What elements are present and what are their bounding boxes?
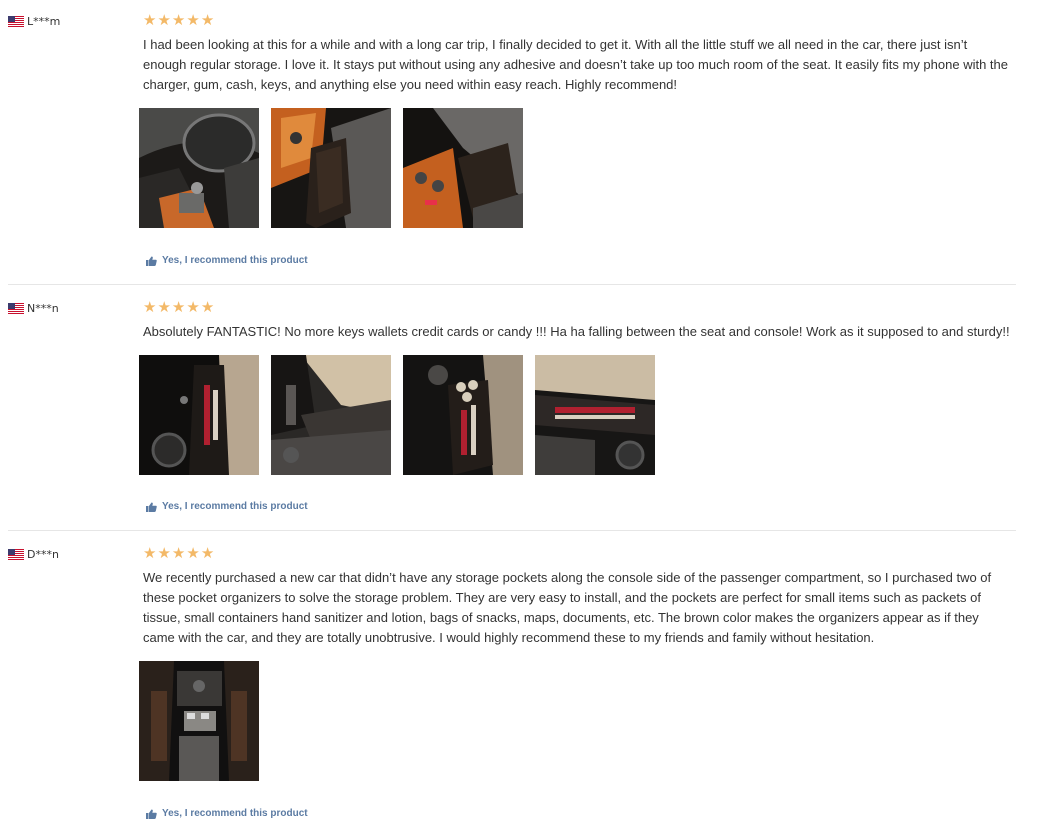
recommend-label: Yes, I recommend this product	[162, 501, 308, 512]
reviewer-name: L***m	[27, 15, 61, 28]
recommend-link[interactable]: Yes, I recommend this product	[146, 808, 308, 819]
review-photo[interactable]	[139, 355, 259, 475]
star-icon: ★	[143, 299, 157, 316]
review-photos	[139, 355, 655, 475]
reviewer: D***n	[8, 548, 59, 561]
recommend-label: Yes, I recommend this product	[162, 808, 308, 819]
recommend-link[interactable]: Yes, I recommend this product	[146, 501, 308, 512]
review-photo[interactable]	[535, 355, 655, 475]
review-photo[interactable]	[139, 108, 259, 228]
star-icon: ★	[157, 545, 171, 562]
reviewer-name: D***n	[27, 548, 59, 561]
star-icon: ★	[157, 12, 171, 29]
divider	[8, 530, 1016, 531]
star-icon: ★	[143, 12, 157, 29]
review-photo[interactable]	[271, 108, 391, 228]
star-icon: ★	[171, 12, 186, 29]
star-icon: ★	[200, 12, 215, 29]
star-icon: ★	[143, 545, 157, 562]
star-icon: ★	[186, 12, 200, 29]
star-rating: ★ ★ ★ ★ ★	[143, 546, 214, 561]
review-photo[interactable]	[139, 661, 259, 781]
review-photos	[139, 661, 259, 781]
review-photo[interactable]	[271, 355, 391, 475]
review-photo[interactable]	[403, 355, 523, 475]
review-text: I had been looking at this for a while a…	[143, 37, 1008, 92]
review-photo[interactable]	[403, 108, 523, 228]
star-rating: ★ ★ ★ ★ ★	[143, 13, 214, 28]
star-icon: ★	[171, 299, 186, 316]
review-photos	[139, 108, 523, 228]
thumbs-up-icon	[146, 809, 157, 819]
star-icon: ★	[200, 299, 215, 316]
star-icon: ★	[171, 545, 186, 562]
star-rating: ★ ★ ★ ★ ★	[143, 300, 214, 315]
us-flag-icon	[8, 303, 24, 314]
star-icon: ★	[186, 299, 200, 316]
recommend-label: Yes, I recommend this product	[162, 255, 308, 266]
reviewer: N***n	[8, 302, 59, 315]
reviewer: L***m	[8, 15, 60, 28]
thumbs-up-icon	[146, 256, 157, 266]
star-icon: ★	[200, 545, 215, 562]
us-flag-icon	[8, 16, 24, 27]
review-text: We recently purchased a new car that did…	[143, 570, 992, 645]
star-icon: ★	[186, 545, 200, 562]
recommend-link[interactable]: Yes, I recommend this product	[146, 255, 308, 266]
divider	[8, 284, 1016, 285]
reviewer-name: N***n	[27, 302, 59, 315]
thumbs-up-icon	[146, 502, 157, 512]
us-flag-icon	[8, 549, 24, 560]
review-text: Absolutely FANTASTIC! No more keys walle…	[143, 324, 1010, 339]
star-icon: ★	[157, 299, 171, 316]
